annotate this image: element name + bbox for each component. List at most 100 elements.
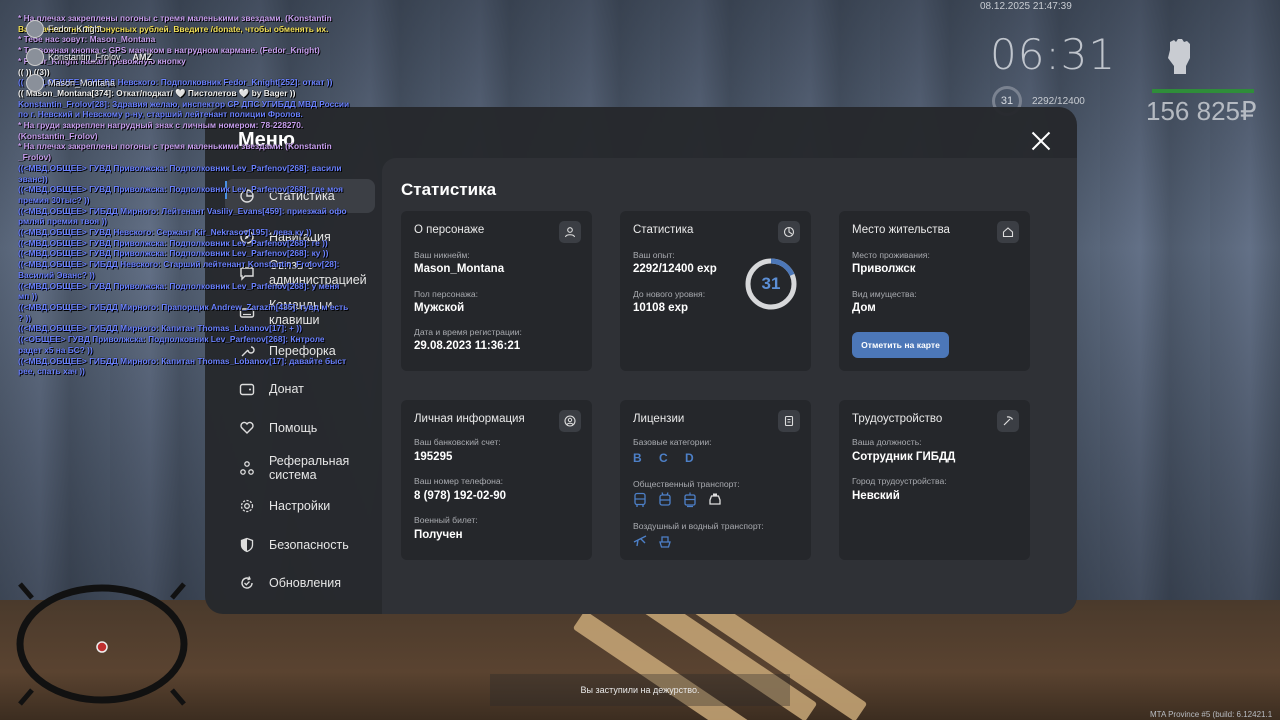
chat-line: (Konstantin_Frolov): [18, 130, 98, 141]
chat-line: ((<МВД.ОБЩЕЕ> ГИБДД Мирного: Капитан Tho…: [18, 355, 347, 366]
minimap: [16, 582, 188, 706]
player-name: Fedor_Knight: [48, 24, 103, 34]
sidebar-item-referral[interactable]: Реферальная система: [225, 451, 375, 485]
chat-line: ((<МВД.ОБЩЕЕ> ГУВД Приволжска: Подполков…: [18, 162, 342, 173]
network-icon: [237, 458, 257, 478]
player-tag: AMZ: [132, 52, 153, 62]
sex-value: Мужской: [414, 302, 465, 314]
exp-label: Ваш опыт:: [633, 250, 675, 260]
job-city-value: Невский: [852, 490, 900, 502]
hud-health-bar: [1152, 89, 1254, 93]
clock-pie-icon: [778, 221, 800, 243]
character-card: О персонаже Ваш никнейм: Mason_Montana П…: [401, 211, 592, 371]
residence-value: Приволжск: [852, 263, 916, 275]
employment-card: Трудоустройство Ваша должность: Сотрудни…: [839, 400, 1030, 560]
next-level-label: До нового уровня:: [633, 289, 706, 299]
military-label: Военный билет:: [414, 515, 478, 525]
chat-line: ((<МВД.ОБЩЕЕ> ГИБДД Невского: Старший ле…: [18, 259, 340, 270]
player-name: Konstantin_Frolov: [48, 52, 121, 62]
sidebar-item-label: Реферальная система: [269, 454, 350, 482]
chat-line: рмляй премия твоя )): [18, 216, 108, 227]
close-button[interactable]: [1027, 127, 1055, 155]
chat-line: Василий Эванс? )): [18, 269, 95, 280]
chat-line: по г. Невский и Невскому р-ну, старший л…: [18, 109, 303, 120]
user-circle-icon: [559, 410, 581, 432]
build-info: MTA Province #5 (build: 6.12421.1: [1150, 710, 1273, 719]
player-entry: Konstantin_Frolov AMZ: [26, 48, 152, 66]
avatar: [26, 48, 44, 66]
card-title: Лицензии: [633, 413, 685, 425]
chat-line: эванс)): [18, 173, 48, 184]
chat-line: ((<МВД.ОБЩЕЕ> ГИБДД Мирного: Капитан Tho…: [18, 323, 302, 334]
position-label: Ваша должность:: [852, 437, 922, 447]
sidebar-item-label: Безопасность: [269, 538, 349, 552]
sidebar-item-updates[interactable]: Обновления: [225, 573, 375, 593]
update-icon: [237, 573, 257, 593]
phone-label: Ваш номер телефона:: [414, 476, 504, 486]
registration-value: 29.08.2023 11:36:21: [414, 340, 521, 352]
chat-line: ((<МВД.ОБЩЕЕ> ГУВД Приволжска: Подполков…: [18, 248, 329, 259]
heart-hand-icon: [237, 418, 257, 438]
nickname-label: Ваш никнейм:: [414, 250, 470, 260]
notification-toast: Вы заступили на дежурство.: [490, 674, 790, 706]
base-categories-label: Базовые категории:: [633, 437, 712, 447]
chat-line: * На плечах закреплены погоны с тремя ма…: [18, 141, 332, 152]
statistics-panel: Статистика О персонаже Ваш никнейм: Maso…: [382, 158, 1077, 614]
exp-value: 2292/12400 exp: [633, 263, 717, 275]
card-title: Трудоустройство: [852, 413, 943, 425]
sidebar-item-label: Помощь: [269, 421, 318, 435]
statistics-card: Статистика Ваш опыт: 2292/12400 exp До н…: [620, 211, 811, 371]
public-transport-label: Общественный транспорт:: [633, 479, 740, 489]
air-water-transport-label: Воздушный и водный транспорт:: [633, 521, 764, 531]
next-level-value: 10108 exp: [633, 302, 688, 314]
residence-label: Место проживания:: [852, 250, 930, 260]
card-title: Личная информация: [414, 413, 525, 425]
user-icon: [559, 221, 581, 243]
chat-line: ((<МВД.ОБЩЕЕ> ГУВД Приволжска: Подполков…: [18, 184, 344, 195]
pickaxe-icon: [997, 410, 1019, 432]
home-icon: [997, 221, 1019, 243]
sidebar-item-security[interactable]: Безопасность: [225, 535, 375, 555]
avatar: [26, 20, 44, 38]
page-title: Статистика: [401, 180, 497, 199]
chat-line: ((<МВД.ОБЩЕЕ> ГИБДД Мирного: Прапорщик A…: [18, 301, 349, 312]
property-label: Вид имущества:: [852, 289, 917, 299]
bank-label: Ваш банковский счет:: [414, 437, 501, 447]
licenses-card: Лицензии Базовые категории: B C D Общест…: [620, 400, 811, 560]
sidebar-item-donate[interactable]: Донат: [225, 379, 375, 399]
player-entry: Mason_Montana: [26, 74, 115, 92]
registration-label: Дата и время регистрации:: [414, 327, 522, 337]
sidebar-item-settings[interactable]: Настройки: [225, 496, 375, 516]
mark-on-map-button[interactable]: Отметить на карте: [852, 332, 949, 358]
gear-icon: [237, 496, 257, 516]
personal-info-card: Личная информация Ваш банковский счет: 1…: [401, 400, 592, 560]
chat-line: ((<МВД.ОБЩЕЕ> ГУВД Приволжска: Подполков…: [18, 237, 328, 248]
hud-money: 156 825₽: [1146, 96, 1257, 126]
nickname-value: Mason_Montana: [414, 263, 505, 275]
airplane-icon: [633, 533, 649, 549]
card-title: Место жительства: [852, 224, 950, 236]
property-value: Дом: [852, 302, 876, 314]
chat-line: ((<МВД.ОБЩЕЕ> ГИБДД Мирного: Лейтенант V…: [18, 205, 347, 216]
chat-line: ((<МВД.ОБЩЕЕ> ГУВД Приволжска: Подполков…: [18, 280, 340, 291]
position-value: Сотрудник ГИБДД: [852, 451, 956, 463]
sidebar-item-label: Настройки: [269, 499, 331, 513]
wallet-icon: [237, 379, 257, 399]
shield-icon: [237, 535, 257, 555]
sidebar-item-help[interactable]: Помощь: [225, 418, 375, 438]
hud-clock: 06:31: [990, 30, 1117, 79]
chat-line: _Frolov): [18, 152, 52, 163]
fist-icon: [1168, 39, 1190, 74]
phone-value: 8 (978) 192-02-90: [414, 490, 507, 502]
taxi-icon: [708, 492, 724, 508]
trolleybus-icon: [658, 492, 674, 508]
avatar: [26, 74, 44, 92]
job-city-label: Город трудоустройства:: [852, 476, 947, 486]
chat-line: * На груди закреплен нагрудный знак с ли…: [18, 120, 304, 131]
bus-icon: [633, 492, 649, 508]
chat-line: премия 30тыс? )): [18, 194, 90, 205]
card-title: Статистика: [633, 224, 694, 236]
hud-datetime: 08.12.2025 21:47:39: [980, 1, 1072, 12]
military-value: Получен: [414, 529, 463, 541]
residence-card: Место жительства Место проживания: Приво…: [839, 211, 1030, 371]
